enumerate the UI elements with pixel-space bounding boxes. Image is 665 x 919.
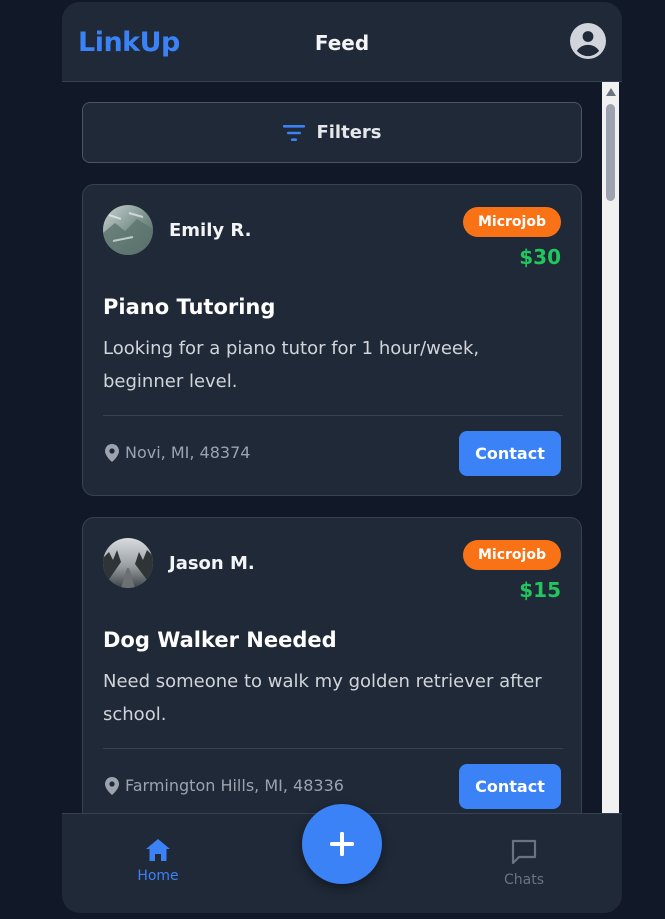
location-text: Novi, MI, 48374 xyxy=(125,443,251,462)
card-divider xyxy=(103,748,563,749)
card-divider xyxy=(103,415,563,416)
post-location: Farmington Hills, MI, 48336 xyxy=(105,776,344,795)
contact-button[interactable]: Contact xyxy=(459,431,561,476)
location-pin-icon xyxy=(105,443,119,462)
category-badge: Microjob xyxy=(463,207,561,237)
post-card: Jason M. Microjob $15 Dog Walker Needed … xyxy=(82,517,582,813)
nav-chats[interactable]: Chats xyxy=(494,838,554,888)
avatar[interactable] xyxy=(103,538,153,588)
post-location: Novi, MI, 48374 xyxy=(105,443,250,462)
account-circle-icon[interactable] xyxy=(570,23,606,59)
post-author[interactable]: Emily R. xyxy=(169,220,251,241)
nav-home[interactable]: Home xyxy=(128,838,188,884)
post-description: Need someone to walk my golden retriever… xyxy=(103,671,542,725)
post-title: Piano Tutoring xyxy=(103,295,276,319)
plus-icon xyxy=(330,832,354,856)
post-title: Dog Walker Needed xyxy=(103,628,337,652)
top-bar: LinkUp Feed xyxy=(62,2,622,82)
filters-label: Filters xyxy=(316,122,382,143)
contact-button[interactable]: Contact xyxy=(459,764,561,809)
category-badge: Microjob xyxy=(463,540,561,570)
avatar[interactable] xyxy=(103,205,153,255)
chat-bubble-icon xyxy=(511,839,537,865)
create-post-button[interactable] xyxy=(302,804,382,884)
filters-button[interactable]: Filters xyxy=(82,102,582,163)
location-text: Farmington Hills, MI, 48336 xyxy=(125,776,344,795)
scrollbar[interactable] xyxy=(602,82,619,813)
price-label: $15 xyxy=(519,578,561,602)
nav-chats-label: Chats xyxy=(503,872,544,888)
feed-content[interactable]: Filters Emily R. Microjob $30 Piano Tuto… xyxy=(62,82,622,813)
post-author[interactable]: Jason M. xyxy=(169,553,255,574)
bottom-navigation: Home Chats xyxy=(62,804,622,913)
home-icon xyxy=(146,839,170,861)
filter-icon xyxy=(283,124,306,141)
nav-home-label: Home xyxy=(137,868,179,884)
post-card: Emily R. Microjob $30 Piano Tutoring Loo… xyxy=(82,184,582,496)
post-description: Looking for a piano tutor for 1 hour/wee… xyxy=(103,338,480,392)
price-label: $30 xyxy=(519,245,561,269)
page-title: Feed xyxy=(314,31,370,55)
location-pin-icon xyxy=(105,776,119,795)
app-window: LinkUp Feed Filters Emily R. Microjob $3… xyxy=(62,2,622,913)
scrollbar-thumb[interactable] xyxy=(606,104,615,201)
scroll-up-arrow-icon[interactable] xyxy=(606,88,616,96)
